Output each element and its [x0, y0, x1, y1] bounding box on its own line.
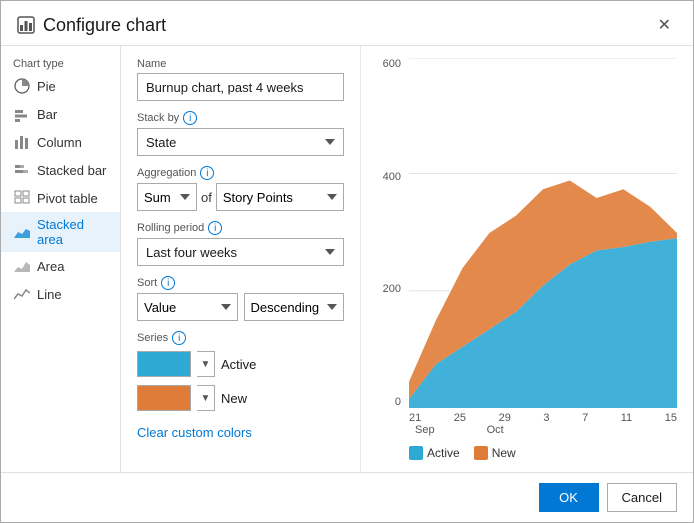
aggregation-label: Aggregation i: [137, 166, 344, 180]
chart-panel: 600 400 200 0: [361, 46, 693, 472]
legend-item-new: New: [474, 446, 516, 460]
series-name-new: New: [221, 391, 247, 406]
y-label-200: 200: [383, 283, 401, 295]
stack-by-info-icon[interactable]: i: [183, 111, 197, 125]
bar-icon: [13, 105, 31, 123]
chart-type-label: Chart type: [1, 54, 120, 72]
pivot-icon: [13, 189, 31, 207]
series-item-new: ▼ New: [137, 385, 344, 411]
name-input[interactable]: [137, 73, 344, 101]
close-button[interactable]: ✕: [652, 13, 677, 37]
agg-of-text: of: [201, 190, 212, 205]
legend-color-active: [409, 446, 423, 460]
clear-custom-colors-link[interactable]: Clear custom colors: [137, 425, 252, 440]
x-month-sep: Sep: [415, 424, 435, 436]
sidebar-item-area-label: Area: [37, 259, 64, 274]
title-bar: Configure chart ✕: [1, 1, 693, 46]
series-section: Series i ▼ Active ▼ New Clear custom col…: [137, 331, 344, 440]
sidebar-item-stacked-area-label: Stacked area: [37, 217, 108, 247]
pie-icon: [13, 77, 31, 95]
stack-by-select[interactable]: State: [137, 128, 344, 156]
dialog-footer: OK Cancel: [1, 472, 693, 522]
x-label-25: 25: [454, 412, 466, 424]
title-left: Configure chart: [17, 15, 166, 36]
chart-plot: [409, 58, 677, 408]
sidebar-item-stacked-area[interactable]: Stacked area: [1, 212, 120, 252]
y-label-400: 400: [383, 171, 401, 183]
rolling-label: Rolling period i: [137, 221, 344, 235]
legend-color-new: [474, 446, 488, 460]
x-axis-area: 21 25 29 3 7 11 15 Sep Oct: [409, 410, 677, 438]
chart-area: 600 400 200 0: [377, 58, 677, 438]
legend-label-active: Active: [427, 446, 460, 460]
series-dropdown-new[interactable]: ▼: [197, 385, 215, 411]
stack-by-label: Stack by i: [137, 111, 344, 125]
rolling-select[interactable]: Last four weeks: [137, 238, 344, 266]
legend-item-active: Active: [409, 446, 460, 460]
sort-field-select[interactable]: Value: [137, 293, 238, 321]
x-label-3: 3: [543, 412, 549, 424]
column-icon: [13, 133, 31, 151]
y-axis-labels: 600 400 200 0: [377, 58, 405, 408]
series-name-active: Active: [221, 357, 256, 372]
sidebar-item-pie[interactable]: Pie: [1, 72, 120, 100]
x-label-29: 29: [499, 412, 511, 424]
sidebar-item-pivot[interactable]: Pivot table: [1, 184, 120, 212]
sidebar-item-stacked-bar[interactable]: Stacked bar: [1, 156, 120, 184]
aggregation-info-icon[interactable]: i: [200, 166, 214, 180]
config-panel: Name Stack by i State Aggregation i Sum: [121, 46, 361, 472]
sidebar-item-column[interactable]: Column: [1, 128, 120, 156]
chart-legend: Active New: [377, 446, 677, 460]
series-color-active[interactable]: [137, 351, 191, 377]
y-label-600: 600: [383, 58, 401, 70]
sidebar-item-bar[interactable]: Bar: [1, 100, 120, 128]
series-dropdown-active[interactable]: ▼: [197, 351, 215, 377]
area-icon: [13, 257, 31, 275]
sidebar-item-bar-label: Bar: [37, 107, 57, 122]
sidebar-item-line-label: Line: [37, 287, 62, 302]
y-label-0: 0: [395, 396, 401, 408]
x-label-11: 11: [621, 412, 632, 424]
line-icon: [13, 285, 31, 303]
series-label: Series i: [137, 331, 344, 345]
sidebar-item-column-label: Column: [37, 135, 82, 150]
legend-label-new: New: [492, 446, 516, 460]
stacked-area-icon: [13, 223, 31, 241]
series-info-icon[interactable]: i: [172, 331, 186, 345]
sidebar-item-pivot-label: Pivot table: [37, 191, 98, 206]
chart-icon: [17, 16, 35, 34]
series-color-new[interactable]: [137, 385, 191, 411]
x-label-21: 21: [409, 412, 421, 424]
x-label-15: 15: [665, 412, 677, 424]
agg-field-select[interactable]: Story Points: [216, 183, 344, 211]
x-month-oct: Oct: [487, 424, 504, 436]
rolling-info-icon[interactable]: i: [208, 221, 222, 235]
sidebar-item-stacked-bar-label: Stacked bar: [37, 163, 106, 178]
name-label: Name: [137, 58, 344, 70]
x-labels-row: 21 25 29 3 7 11 15: [409, 410, 677, 424]
sidebar-item-area[interactable]: Area: [1, 252, 120, 280]
dialog-body: Chart type Pie Bar: [1, 46, 693, 472]
chart-type-sidebar: Chart type Pie Bar: [1, 46, 121, 472]
stacked-bar-icon: [13, 161, 31, 179]
main-content: Name Stack by i State Aggregation i Sum: [121, 46, 693, 472]
sort-row: Value Descending: [137, 293, 344, 321]
x-month-row: Sep Oct: [409, 424, 677, 436]
configure-chart-dialog: Configure chart ✕ Chart type Pie: [0, 0, 694, 523]
series-item-active: ▼ Active: [137, 351, 344, 377]
aggregation-row: Sum of Story Points: [137, 183, 344, 211]
sort-label: Sort i: [137, 276, 344, 290]
cancel-button[interactable]: Cancel: [607, 483, 677, 512]
sort-order-select[interactable]: Descending: [244, 293, 345, 321]
dialog-title: Configure chart: [43, 15, 166, 36]
agg-func-select[interactable]: Sum: [137, 183, 197, 211]
sort-info-icon[interactable]: i: [161, 276, 175, 290]
sidebar-item-pie-label: Pie: [37, 79, 56, 94]
x-label-7: 7: [582, 412, 588, 424]
sidebar-item-line[interactable]: Line: [1, 280, 120, 308]
ok-button[interactable]: OK: [539, 483, 599, 512]
